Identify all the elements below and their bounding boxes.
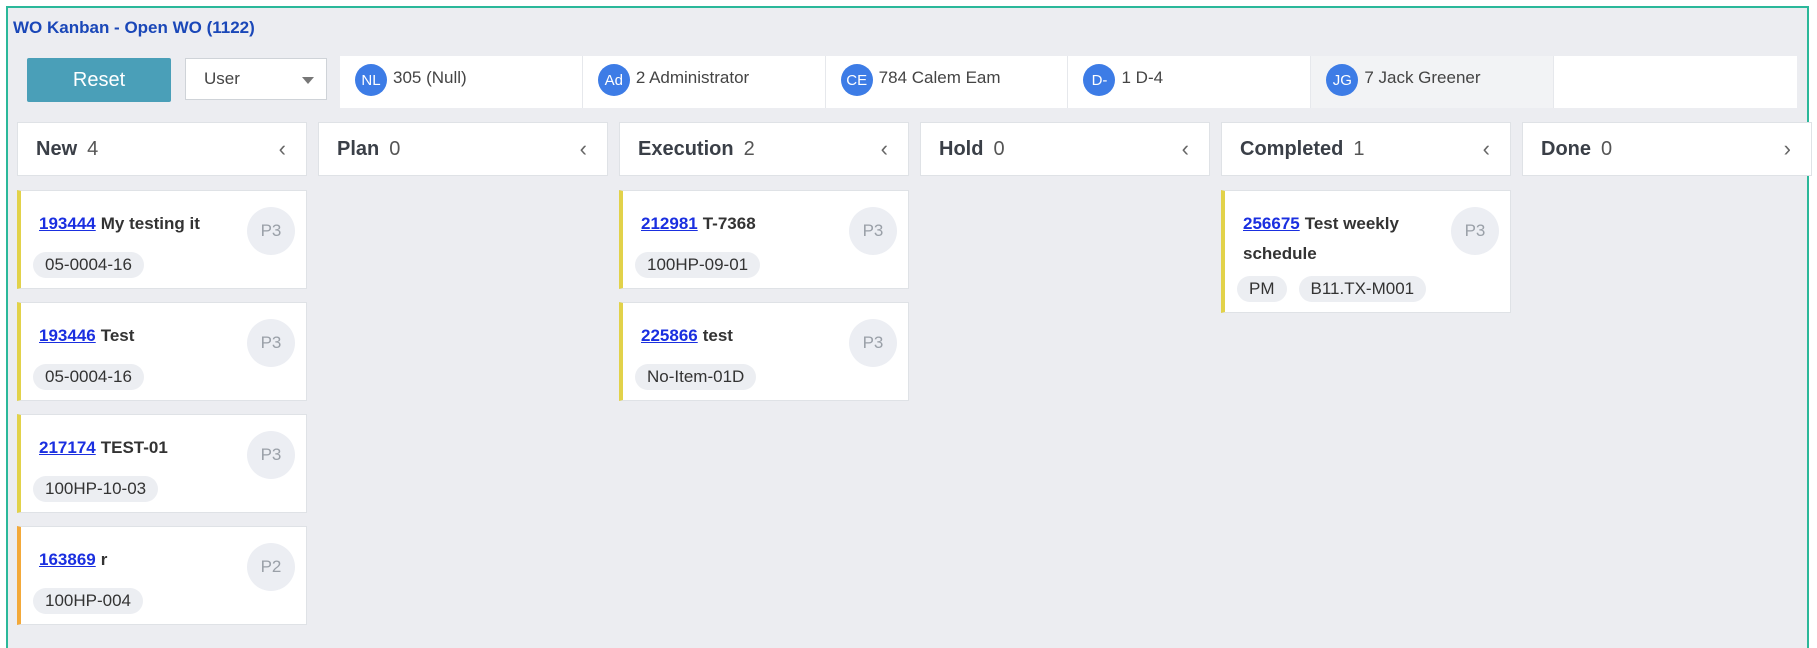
avatar: NL (355, 64, 387, 96)
asset-tag: 05-0004-16 (33, 252, 144, 278)
avatar: D- (1083, 64, 1116, 96)
column-name: New (36, 137, 78, 160)
avatar: Ad (597, 64, 630, 96)
wo-title: T-7368 (702, 214, 756, 233)
priority-badge: P3 (247, 207, 295, 255)
user-chip-label: 305 (Null) (393, 68, 467, 87)
wo-card[interactable]: 225866 test P3 No-Item-01D (619, 302, 909, 401)
priority-badge: P2 (247, 543, 295, 591)
chevron-left-icon[interactable]: ‹ (279, 136, 286, 162)
chevron-right-icon[interactable]: › (1784, 136, 1791, 162)
wo-title: Test (100, 326, 135, 345)
priority-badge: P3 (849, 319, 897, 367)
column-header-done: Done 0 › (1522, 122, 1812, 176)
chevron-down-icon (302, 77, 314, 84)
column-count: 0 (389, 137, 401, 160)
wo-title: My testing it (100, 214, 200, 233)
avatar: CE (840, 64, 873, 96)
user-chip-d4[interactable]: D- 1 D-4 (1068, 56, 1312, 108)
chevron-left-icon[interactable]: ‹ (881, 136, 888, 162)
user-chip-empty (1554, 56, 1797, 108)
wo-card[interactable]: 163869 r P2 100HP-004 (17, 526, 307, 625)
column-count: 1 (1353, 137, 1365, 160)
wo-card[interactable]: 256675 Test weekly schedule P3 PM B11.TX-… (1221, 190, 1511, 313)
column-count: 2 (743, 137, 755, 160)
wo-number-link[interactable]: 163869 (39, 550, 96, 569)
column-header-new: New 4 ‹ (17, 122, 307, 176)
chevron-left-icon[interactable]: ‹ (580, 136, 587, 162)
wo-number-link[interactable]: 193446 (39, 326, 96, 345)
wo-title: test (702, 326, 733, 345)
user-select[interactable]: User (185, 58, 327, 100)
asset-tag: B11.TX-M001 (1298, 276, 1427, 302)
wo-number-link[interactable]: 225866 (641, 326, 698, 345)
user-chip-label: 2 Administrator (635, 68, 750, 87)
column-name: Plan (337, 137, 380, 160)
priority-badge: P3 (849, 207, 897, 255)
chevron-left-icon[interactable]: ‹ (1483, 136, 1490, 162)
column-name: Completed (1240, 137, 1344, 160)
asset-tag: 05-0004-16 (33, 364, 144, 390)
column-header-execution: Execution 2 ‹ (619, 122, 909, 176)
wo-number-link[interactable]: 193444 (39, 214, 96, 233)
asset-tag: 100HP-004 (33, 588, 144, 614)
asset-tag: 100HP-10-03 (33, 476, 159, 502)
asset-tag: No-Item-01D (635, 364, 757, 390)
user-chip-null[interactable]: NL 305 (Null) (340, 56, 583, 108)
wo-card[interactable]: 212981 T-7368 P3 100HP-09-01 (619, 190, 909, 289)
priority-badge: P3 (247, 431, 295, 479)
chevron-left-icon[interactable]: ‹ (1182, 136, 1189, 162)
wo-number-link[interactable]: 256675 (1243, 214, 1300, 233)
user-chip-jack-greener[interactable]: JG 7 Jack Greener (1311, 56, 1555, 108)
page-title: WO Kanban - Open WO (1122) (13, 18, 255, 37)
user-chip-label: 784 Calem Eam (878, 68, 1001, 87)
user-select-value: User (204, 69, 240, 88)
user-chip-label: 7 Jack Greener (1364, 68, 1481, 87)
column-name: Execution (638, 137, 734, 160)
column-name: Hold (939, 137, 984, 160)
wo-card[interactable]: 217174 TEST-01 P3 100HP-10-03 (17, 414, 307, 513)
wo-number-link[interactable]: 217174 (39, 438, 96, 457)
avatar: JG (1326, 64, 1359, 96)
wo-number-link[interactable]: 212981 (641, 214, 698, 233)
priority-badge: P3 (247, 319, 295, 367)
priority-badge: P3 (1451, 207, 1499, 255)
user-chip-calem-eam[interactable]: CE 784 Calem Eam (826, 56, 1069, 108)
column-header-plan: Plan 0 ‹ (318, 122, 608, 176)
column-header-hold: Hold 0 ‹ (920, 122, 1210, 176)
column-count: 4 (87, 137, 99, 160)
wo-card[interactable]: 193444 My testing it P3 05-0004-16 (17, 190, 307, 289)
wo-title: r (100, 550, 108, 569)
user-chip-administrator[interactable]: Ad 2 Administrator (583, 56, 826, 108)
wo-type-tag: PM (1237, 276, 1287, 302)
user-filter-bar: NL 305 (Null) Ad 2 Administrator CE 784 … (340, 56, 1797, 108)
reset-button[interactable]: Reset (27, 58, 171, 102)
asset-tag: 100HP-09-01 (635, 252, 761, 278)
column-count: 0 (993, 137, 1005, 160)
wo-card[interactable]: 193446 Test P3 05-0004-16 (17, 302, 307, 401)
user-chip-label: 1 D-4 (1121, 68, 1164, 87)
wo-title: TEST-01 (100, 438, 168, 457)
column-header-completed: Completed 1 ‹ (1221, 122, 1511, 176)
column-name: Done (1541, 137, 1591, 160)
column-count: 0 (1601, 137, 1613, 160)
